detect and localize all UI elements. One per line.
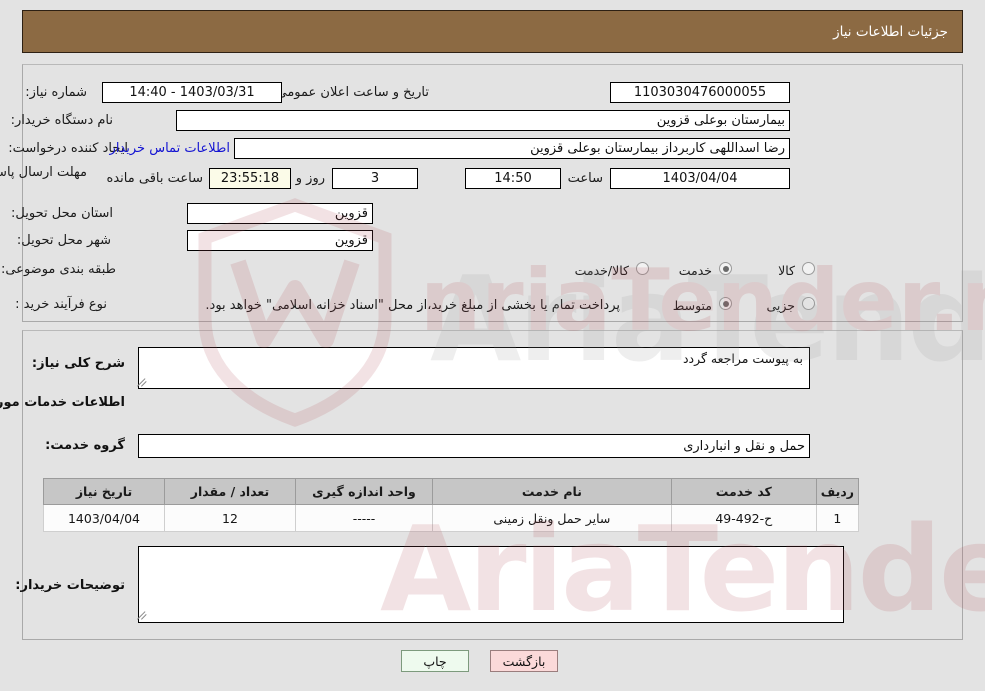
radio-category-kala-khedmat[interactable] [636, 262, 649, 275]
cell-unit: ----- [295, 504, 433, 532]
print-button[interactable]: چاپ [401, 650, 469, 672]
radio-category-khedmat[interactable] [719, 262, 732, 275]
window-titlebar: جزئیات اطلاعات نیاز [22, 10, 963, 53]
buyer-org-label: نام دستگاه خریدار: [10, 113, 113, 128]
province-value: قزوین [187, 203, 373, 224]
service-group-value: حمل و نقل و انبارداری [138, 434, 810, 458]
announce-datetime-label: تاریخ و ساعت اعلان عمومی: [272, 85, 429, 100]
th-row-no: ردیف [815, 478, 860, 505]
deadline-label: مهلت ارسال پاسخ: تا تاریخ: [0, 165, 87, 180]
services-table: ردیف کد خدمت نام خدمت واحد اندازه گیری ت… [43, 478, 860, 532]
radio-process-jozee-label: جزیی [766, 298, 795, 313]
buyer-contact-link[interactable]: اطلاعات تماس خریدار [110, 141, 230, 156]
announce-datetime-value: 1403/03/31 - 14:40 [102, 82, 282, 103]
province-label: استان محل تحویل: [11, 206, 113, 221]
countdown-label: ساعت باقی مانده [106, 171, 203, 186]
back-button[interactable]: بازگشت [490, 650, 558, 672]
table-header-row: ردیف کد خدمت نام خدمت واحد اندازه گیری ت… [43, 478, 860, 505]
general-desc-value[interactable]: به پیوست مراجعه گردد [138, 347, 810, 389]
deadline-hour-label: ساعت [567, 171, 603, 186]
cell-service-code: ح-492-49 [670, 504, 817, 532]
deadline-date-value: 1403/04/04 [610, 168, 790, 189]
radio-category-kala-khedmat-label: کالا/خدمت [574, 263, 629, 278]
th-quantity: تعداد / مقدار [164, 478, 296, 505]
th-unit: واحد اندازه گیری [295, 478, 433, 505]
cell-row-no: 1 [815, 504, 860, 532]
page-title: جزئیات اطلاعات نیاز [833, 23, 948, 40]
radio-category-kala-label: کالا [778, 263, 795, 278]
th-service-code: کد خدمت [670, 478, 817, 505]
need-number-label: شماره نیاز: [25, 85, 87, 100]
remaining-days-label: روز و [295, 171, 325, 186]
countdown-timer: 23:55:18 [209, 168, 291, 189]
buyer-notes-label: توضیحات خریدار: [15, 578, 125, 593]
process-label: نوع فرآیند خرید : [15, 297, 107, 312]
th-need-date: تاریخ نیاز [43, 478, 165, 505]
buyer-notes-value[interactable] [138, 546, 844, 623]
cell-quantity: 12 [164, 504, 296, 532]
radio-process-motavaset[interactable] [719, 297, 732, 310]
page-root: AriaTend AriaTender nriaTender.net جزئیا… [0, 0, 985, 691]
deadline-hour-value: 14:50 [465, 168, 561, 189]
cell-service-name: سایر حمل ونقل زمینی [432, 504, 672, 532]
city-label: شهر محل تحویل: [16, 233, 111, 248]
radio-category-kala[interactable] [802, 262, 815, 275]
radio-process-jozee[interactable] [802, 297, 815, 310]
radio-category-khedmat-label: خدمت [678, 263, 712, 278]
need-number-value: 1103030476000055 [610, 82, 790, 103]
services-section-title: اطلاعات خدمات مورد نیاز [0, 395, 125, 410]
service-group-label: گروه خدمت: [45, 438, 125, 453]
radio-process-motavaset-label: متوسط [672, 298, 712, 313]
category-label: طبقه بندی موضوعی: [0, 262, 116, 277]
table-row: 1 ح-492-49 سایر حمل ونقل زمینی ----- 12 … [43, 504, 860, 532]
treasury-note: پرداخت تمام یا بخشی از مبلغ خرید،از محل … [205, 298, 620, 313]
general-desc-label: شرح کلی نیاز: [31, 356, 125, 371]
city-value: قزوین [187, 230, 373, 251]
cell-need-date: 1403/04/04 [43, 504, 165, 532]
remaining-days-value: 3 [332, 168, 418, 189]
buyer-org-value: بیمارستان بوعلی قزوین [176, 110, 790, 131]
requester-value: رضا اسداللهی کاربرداز بیمارستان بوعلی قز… [234, 138, 790, 159]
th-service-name: نام خدمت [432, 478, 672, 505]
